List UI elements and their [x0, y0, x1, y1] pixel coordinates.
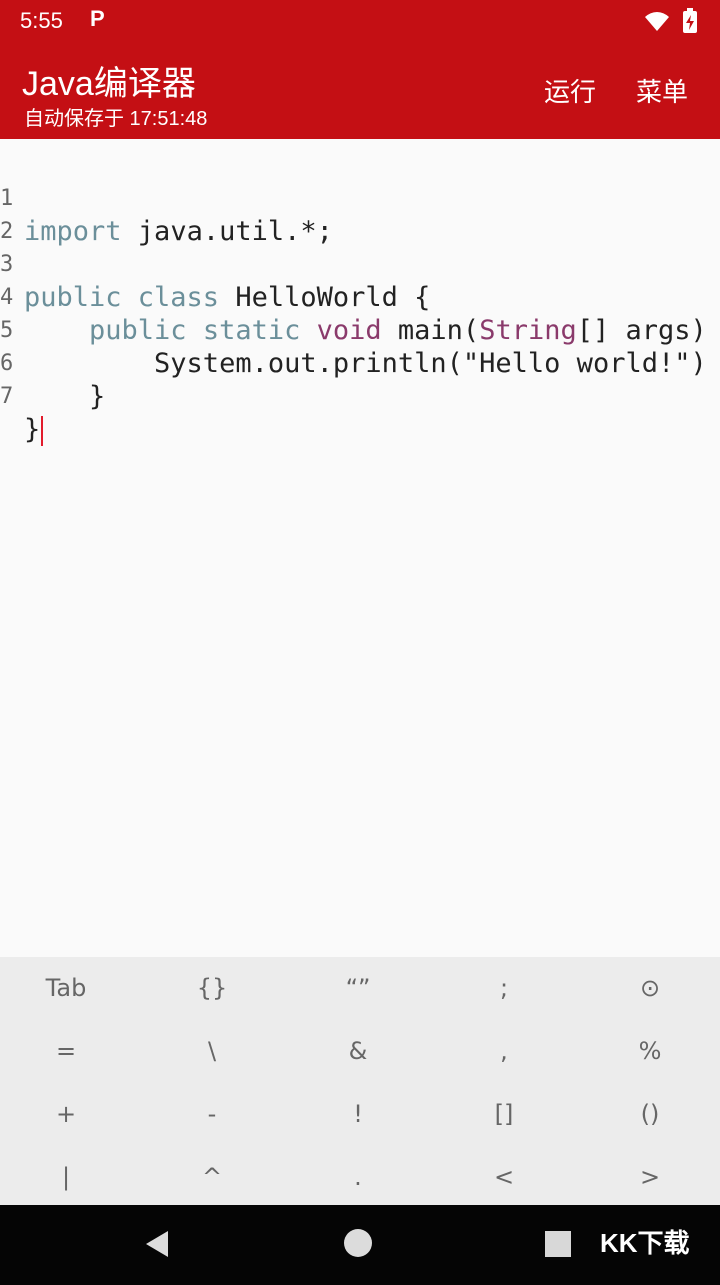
autosave-status: 自动保存于 17:51:48 [24, 108, 208, 130]
key-pipe[interactable]: | [0, 1146, 138, 1208]
code-text: } [24, 413, 44, 446]
status-time: 5:55 [20, 8, 63, 33]
key-period[interactable]: . [286, 1146, 430, 1208]
recents-icon[interactable] [545, 1231, 571, 1257]
key-greater-than[interactable]: > [578, 1146, 720, 1208]
status-bar: 5:55 P [0, 0, 720, 42]
key-braces[interactable]: {} [140, 957, 284, 1019]
symbol-keyboard: Tab {} “” ; ⊙ = \ & , % + - ! [] () | ^ … [0, 957, 720, 1205]
key-tab[interactable]: Tab [0, 957, 138, 1019]
code-line: 7 } [0, 347, 98, 446]
menu-button[interactable]: 菜单 [636, 72, 688, 109]
home-icon[interactable] [344, 1229, 372, 1257]
key-target-icon[interactable]: ⊙ [578, 957, 720, 1019]
line-number: 7 [0, 384, 14, 409]
key-minus[interactable]: - [140, 1083, 284, 1145]
key-equals[interactable]: = [0, 1020, 138, 1082]
text-cursor [41, 415, 44, 446]
key-brackets[interactable]: [] [432, 1083, 576, 1145]
code-line: 2 [0, 182, 98, 244]
code-line: 3 public class HelloWorld { [0, 215, 430, 313]
app-title: Java编译器 [22, 65, 196, 103]
code-text: System.out.println("Hello world!") [24, 348, 707, 379]
app-root: 5:55 P Java编译器 自动保存于 17:51:48 运行 菜单 1 im… [0, 0, 720, 1285]
key-semicolon[interactable]: ; [432, 957, 576, 1019]
notification-icon: P [90, 6, 105, 31]
key-backslash[interactable]: \ [140, 1020, 284, 1082]
code-line: 4 public static void main(String[] args) [0, 248, 707, 346]
key-exclamation[interactable]: ! [286, 1083, 430, 1145]
wifi-icon [644, 10, 670, 36]
code-editor[interactable]: 1 import java.util.*; 2 3 public class H… [0, 139, 720, 957]
back-icon[interactable] [144, 1229, 170, 1263]
watermark-logo: KK下载 [600, 1228, 690, 1258]
key-caret[interactable]: ^ [140, 1146, 284, 1208]
key-percent[interactable]: % [578, 1020, 720, 1082]
code-line: 1 import java.util.*; [0, 149, 333, 247]
app-toolbar: Java编译器 自动保存于 17:51:48 运行 菜单 [0, 42, 720, 139]
key-quotes[interactable]: “” [286, 957, 430, 1019]
code-text: public static void main(String[] args) [89, 315, 707, 346]
key-plus[interactable]: + [0, 1083, 138, 1145]
battery-icon [682, 8, 698, 38]
run-button[interactable]: 运行 [544, 72, 596, 109]
code-line: 6 } [0, 314, 105, 412]
key-ampersand[interactable]: & [286, 1020, 430, 1082]
code-line: 5 System.out.println("Hello world!") [0, 281, 707, 379]
code-text-content: } [24, 414, 41, 445]
key-parentheses[interactable]: () [578, 1083, 720, 1145]
navigation-bar: KK下载 [0, 1205, 720, 1285]
key-comma[interactable]: , [432, 1020, 576, 1082]
key-less-than[interactable]: < [432, 1146, 576, 1208]
